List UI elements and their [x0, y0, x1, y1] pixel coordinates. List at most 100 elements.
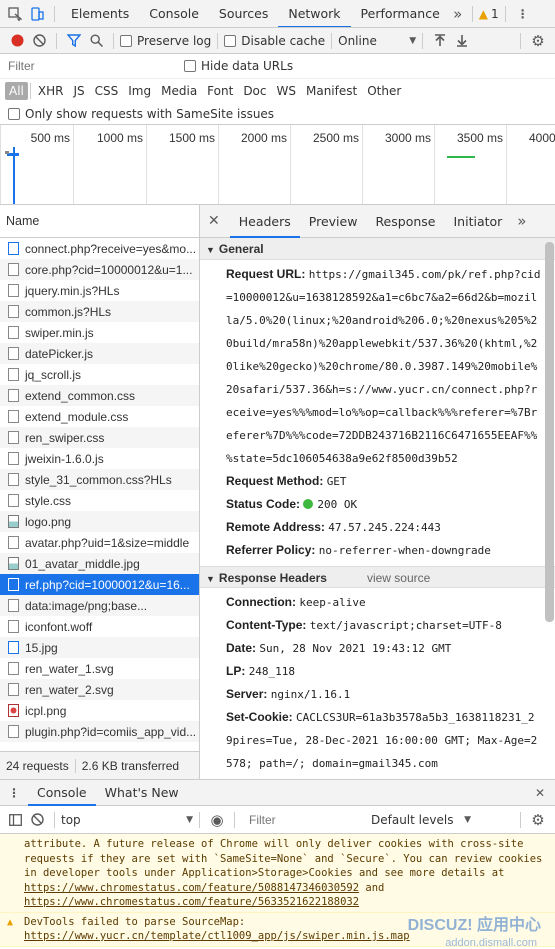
waterfall-bar	[5, 151, 9, 154]
tab-performance[interactable]: Performance	[351, 0, 450, 27]
details-scrollbar[interactable]	[545, 242, 554, 622]
request-row[interactable]: ref.php?cid=10000012&u=16...	[0, 574, 199, 595]
type-xhr[interactable]: XHR	[33, 82, 69, 100]
log-levels-select[interactable]: Default levels ▼	[371, 813, 471, 827]
drawer-menu-icon[interactable]: ⋮	[0, 786, 28, 800]
type-doc[interactable]: Doc	[238, 82, 271, 100]
request-row[interactable]: ren_swiper.css	[0, 427, 199, 448]
preserve-log-checkbox[interactable]	[120, 34, 132, 47]
request-row[interactable]: jquery.min.js?HLs	[0, 280, 199, 301]
import-har-icon[interactable]	[429, 30, 451, 52]
request-row[interactable]: logo.png	[0, 511, 199, 532]
timeline-overview[interactable]: 500 ms 1000 ms 1500 ms 2000 ms 2500 ms 3…	[0, 125, 555, 205]
file-icon	[8, 662, 19, 675]
request-name: plugin.php?id=comiis_app_vid...	[25, 724, 197, 739]
name-column-header[interactable]: Name	[0, 205, 199, 238]
request-row[interactable]: data:image/png;base...	[0, 595, 199, 616]
type-all[interactable]: All	[5, 82, 28, 100]
triangle-down-icon: ▼	[206, 574, 215, 584]
request-row[interactable]: jq_scroll.js	[0, 364, 199, 385]
inspect-element-icon[interactable]	[4, 3, 26, 25]
request-row[interactable]: jweixin-1.6.0.js	[0, 448, 199, 469]
clear-icon[interactable]	[28, 30, 50, 52]
request-row[interactable]: swiper.min.js	[0, 322, 199, 343]
chromestatus-link-1[interactable]: https://www.chromestatus.com/feature/508…	[24, 882, 359, 894]
request-row[interactable]: extend_module.css	[0, 406, 199, 427]
tab-network[interactable]: Network	[278, 0, 351, 27]
sidebar-toggle-icon[interactable]	[4, 809, 26, 831]
header-key: Server:	[226, 687, 268, 701]
tab-whats-new[interactable]: What's New	[96, 780, 188, 806]
request-row[interactable]: icpl.png	[0, 700, 199, 721]
watermark-logo: DISCUZ! 应用中心	[407, 917, 541, 934]
general-section-header[interactable]: ▼ General	[200, 238, 555, 260]
filter-input[interactable]	[4, 55, 174, 77]
samesite-checkbox[interactable]	[8, 107, 20, 120]
record-icon[interactable]	[6, 30, 28, 52]
tab-sources[interactable]: Sources	[209, 0, 278, 27]
request-row[interactable]: iconfont.woff	[0, 616, 199, 637]
close-icon[interactable]: ✕	[200, 213, 230, 229]
drawer-tabbar: ⋮ Console What's New ✕	[0, 780, 555, 806]
request-row[interactable]: plugin.php?id=comiis_app_vid...	[0, 721, 199, 742]
request-row[interactable]: 01_avatar_middle.jpg	[0, 553, 199, 574]
hide-data-urls-checkbox[interactable]	[184, 60, 196, 72]
disable-cache-checkbox[interactable]	[224, 34, 237, 47]
tab-headers[interactable]: Headers	[229, 205, 300, 238]
response-headers-section-header[interactable]: ▼ Response Headers view source	[200, 566, 555, 588]
search-icon[interactable]	[85, 30, 107, 52]
eye-icon[interactable]: ◉	[206, 809, 228, 831]
throttling-select[interactable]: Online ▼	[338, 34, 416, 48]
tab-elements[interactable]: Elements	[61, 0, 139, 27]
request-name: icpl.png	[25, 703, 67, 718]
file-icon	[8, 725, 19, 738]
response-header-row: Set-Cookie: CACLCS3UR=61a3b3578a5b3_1638…	[200, 706, 555, 775]
request-count: 24 requests	[6, 758, 69, 773]
response-header-row: Date: Sun, 28 Nov 2021 19:43:12 GMT	[200, 637, 555, 660]
context-select[interactable]: top ▼	[61, 813, 193, 827]
console-warning: attribute. A future release of Chrome wi…	[0, 834, 555, 913]
type-manifest[interactable]: Manifest	[301, 82, 362, 100]
type-ws[interactable]: WS	[272, 82, 301, 100]
request-row[interactable]: style.css	[0, 490, 199, 511]
remote-address-row: Remote Address: 47.57.245.224:443	[226, 520, 441, 534]
request-row[interactable]: extend_common.css	[0, 385, 199, 406]
request-row[interactable]: datePicker.js	[0, 343, 199, 364]
console-settings-icon[interactable]: ⚙	[527, 809, 549, 831]
more-tabs-icon[interactable]: »	[450, 3, 466, 25]
type-css[interactable]: CSS	[90, 82, 124, 100]
request-row[interactable]: style_31_common.css?HLs	[0, 469, 199, 490]
close-drawer-icon[interactable]: ✕	[535, 786, 555, 800]
console-filter-input[interactable]	[245, 809, 365, 830]
type-js[interactable]: JS	[68, 82, 89, 100]
sourcemap-link[interactable]: https://www.yucr.cn/template/ctl1009_app…	[24, 930, 410, 942]
export-har-icon[interactable]	[451, 30, 473, 52]
request-row[interactable]: ren_water_1.svg	[0, 658, 199, 679]
request-row[interactable]: ren_water_2.svg	[0, 679, 199, 700]
chevron-down-icon: ▼	[409, 35, 417, 46]
tab-console-drawer[interactable]: Console	[28, 780, 96, 806]
request-method-row: Request Method: GET	[226, 474, 347, 488]
request-row[interactable]: core.php?cid=10000012&u=1...	[0, 259, 199, 280]
gear-icon[interactable]: ⚙	[527, 30, 549, 52]
tab-console[interactable]: Console	[139, 0, 209, 27]
request-row[interactable]: 15.jpg	[0, 637, 199, 658]
chromestatus-link-2[interactable]: https://www.chromestatus.com/feature/563…	[24, 896, 359, 908]
type-img[interactable]: Img	[123, 82, 156, 100]
filter-icon[interactable]	[63, 30, 85, 52]
request-row[interactable]: common.js?HLs	[0, 301, 199, 322]
type-media[interactable]: Media	[156, 82, 202, 100]
kebab-menu-icon[interactable]: ⋮	[512, 3, 534, 25]
type-other[interactable]: Other	[362, 82, 406, 100]
tab-preview[interactable]: Preview	[300, 205, 367, 238]
type-font[interactable]: Font	[202, 82, 238, 100]
request-row[interactable]: avatar.php?uid=1&size=middle	[0, 532, 199, 553]
tab-initiator[interactable]: Initiator	[444, 205, 511, 238]
request-row[interactable]: connect.php?receive=yes&mo...	[0, 238, 199, 259]
warning-badge[interactable]: ▲ 1	[479, 7, 499, 21]
clear-console-icon[interactable]	[26, 809, 48, 831]
more-tabs-icon[interactable]: »	[511, 212, 532, 230]
view-source-link[interactable]: view source	[367, 571, 430, 585]
tab-response[interactable]: Response	[366, 205, 444, 238]
device-toolbar-icon[interactable]	[26, 3, 48, 25]
